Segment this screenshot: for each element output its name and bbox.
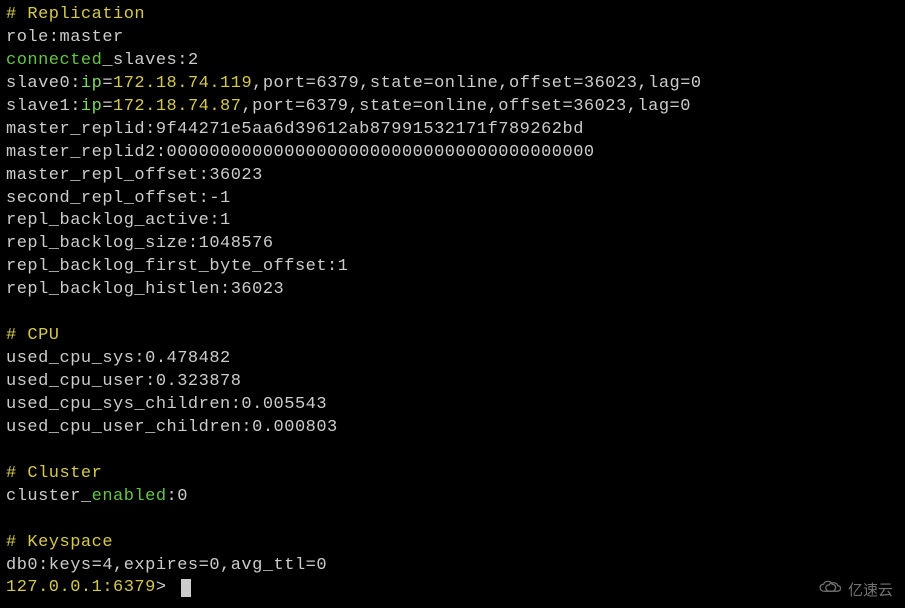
replication-master-replid: master_replid:9f44271e5aa6d39612ab879915… [6,119,899,142]
replication-backlog-first-byte: repl_backlog_first_byte_offset:1 [6,256,899,279]
cpu-sys: used_cpu_sys:0.478482 [6,348,899,371]
replication-backlog-active: repl_backlog_active:1 [6,210,899,233]
cpu-sys-children: used_cpu_sys_children:0.005543 [6,394,899,417]
blank-line [6,440,899,463]
watermark: 亿速云 [816,578,893,600]
cluster-enabled: cluster_enabled:0 [6,486,899,509]
replication-connected-slaves: connected_slaves:2 [6,50,899,73]
section-header-cluster: # Cluster [6,463,899,486]
cpu-user: used_cpu_user:0.323878 [6,371,899,394]
replication-master-replid2: master_replid2:0000000000000000000000000… [6,142,899,165]
replication-slave0: slave0:ip=172.18.74.119,port=6379,state=… [6,73,899,96]
terminal-output: # Replication role:master connected_slav… [0,0,905,604]
replication-backlog-histlen: repl_backlog_histlen:36023 [6,279,899,302]
replication-role: role:master [6,27,899,50]
section-header-cpu: # CPU [6,325,899,348]
cpu-user-children: used_cpu_user_children:0.000803 [6,417,899,440]
replication-master-repl-offset: master_repl_offset:36023 [6,165,899,188]
prompt-line[interactable]: 127.0.0.1:6379> [6,577,899,600]
replication-second-repl-offset: second_repl_offset:-1 [6,188,899,211]
section-header-replication: # Replication [6,4,899,27]
blank-line [6,509,899,532]
replication-backlog-size: repl_backlog_size:1048576 [6,233,899,256]
cloud-icon [816,578,844,600]
keyspace-db0: db0:keys=4,expires=0,avg_ttl=0 [6,555,899,578]
replication-slave1: slave1:ip=172.18.74.87,port=6379,state=o… [6,96,899,119]
watermark-text: 亿速云 [848,579,893,600]
blank-line [6,302,899,325]
section-header-keyspace: # Keyspace [6,532,899,555]
cursor-icon [181,579,191,597]
